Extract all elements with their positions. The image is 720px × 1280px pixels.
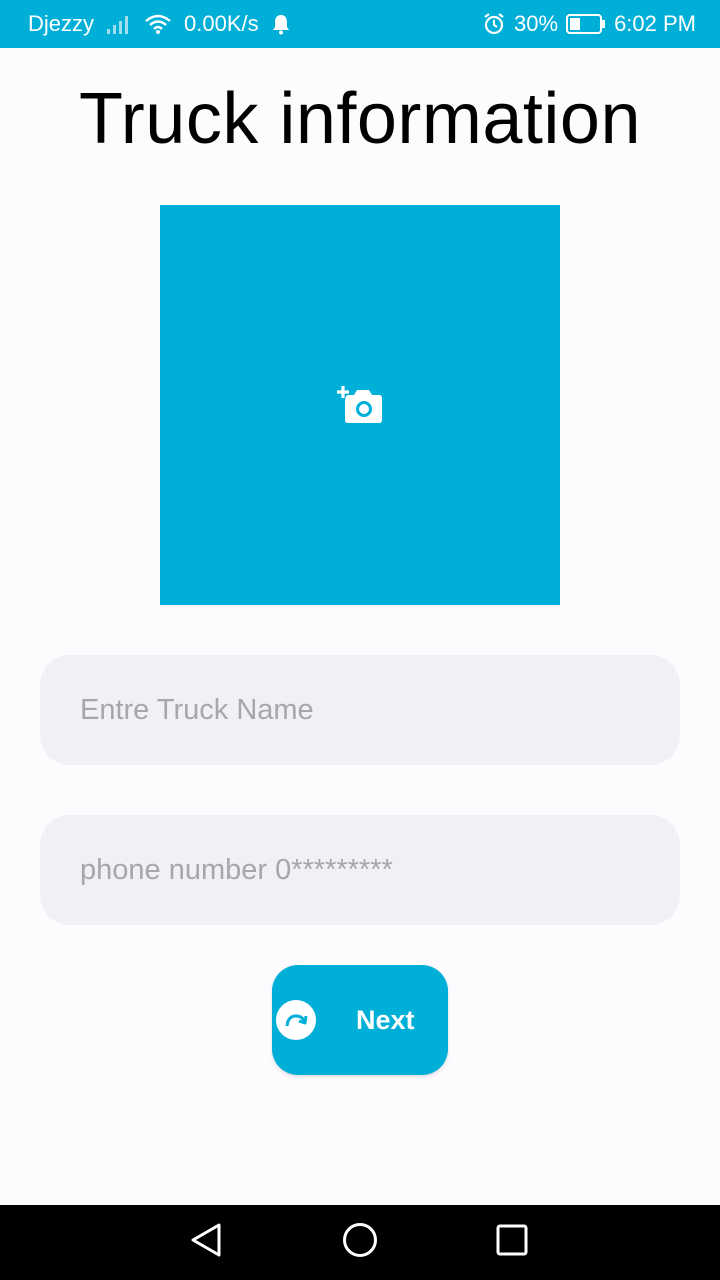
truck-name-input[interactable] [40,655,680,765]
truck-photo-picker[interactable] [160,205,560,605]
status-bar: Djezzy 0.00K/s 30% 6:02 PM [0,0,720,48]
phone-number-input[interactable] [40,815,680,925]
nav-home-button[interactable] [320,1205,400,1280]
clock-time: 6:02 PM [614,11,696,36]
wifi-icon [144,13,172,35]
nav-back-button[interactable] [166,1205,246,1280]
net-speed: 0.00K/s [184,11,259,36]
system-nav-bar [0,1205,720,1280]
redo-arrow-icon [276,1000,316,1040]
status-right: 30% 6:02 PM [474,11,696,37]
battery-percent: 30% [514,11,559,36]
page-title: Truck information [79,79,641,159]
nav-recents-button[interactable] [472,1205,552,1280]
recents-square-icon [495,1223,529,1262]
back-triangle-icon [189,1222,223,1263]
home-circle-icon [342,1222,378,1263]
carrier-name: Djezzy [28,11,95,36]
next-button[interactable]: Next [272,965,448,1075]
add-photo-camera-icon [335,380,385,431]
notification-bell-icon [271,13,291,35]
status-left: Djezzy 0.00K/s [28,11,303,37]
alarm-icon [482,12,506,36]
battery-icon [566,14,606,34]
next-button-label: Next [356,1004,415,1035]
signal-icon [106,14,132,34]
